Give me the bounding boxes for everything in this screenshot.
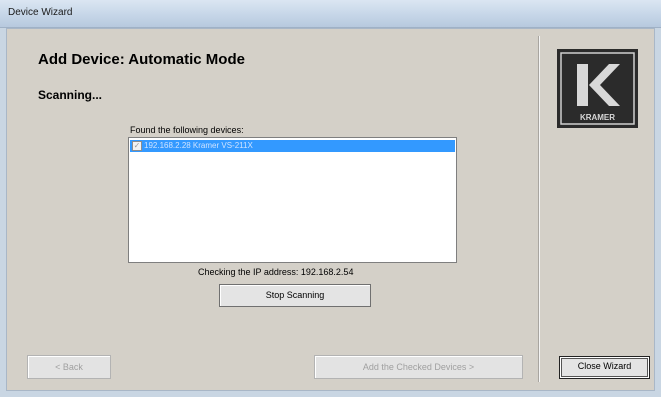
window-title: Device Wizard [8,7,73,18]
checking-ip-text: Checking the IP address: 192.168.2.54 [198,267,354,277]
kramer-logo: KRAMER [557,49,638,128]
device-checkbox[interactable]: ✓ [132,141,142,151]
page-title: Add Device: Automatic Mode [38,51,245,68]
logo-text: KRAMER [580,113,615,122]
add-checked-devices-button[interactable]: Add the Checked Devices > [314,355,523,379]
close-wizard-button[interactable]: Close Wizard [559,356,650,379]
device-list[interactable]: ✓ 192.168.2.28 Kramer VS-211X [128,137,457,263]
window-titlebar: Device Wizard [0,0,661,28]
list-item[interactable]: ✓ 192.168.2.28 Kramer VS-211X [130,140,455,152]
kramer-k-icon: KRAMER [557,49,638,128]
scanning-status: Scanning... [38,88,103,102]
stop-scanning-button[interactable]: Stop Scanning [219,284,371,307]
vertical-divider [538,36,540,382]
found-devices-label: Found the following devices: [130,125,244,135]
back-button[interactable]: < Back [27,355,111,379]
device-label: 192.168.2.28 Kramer VS-211X [144,141,253,150]
